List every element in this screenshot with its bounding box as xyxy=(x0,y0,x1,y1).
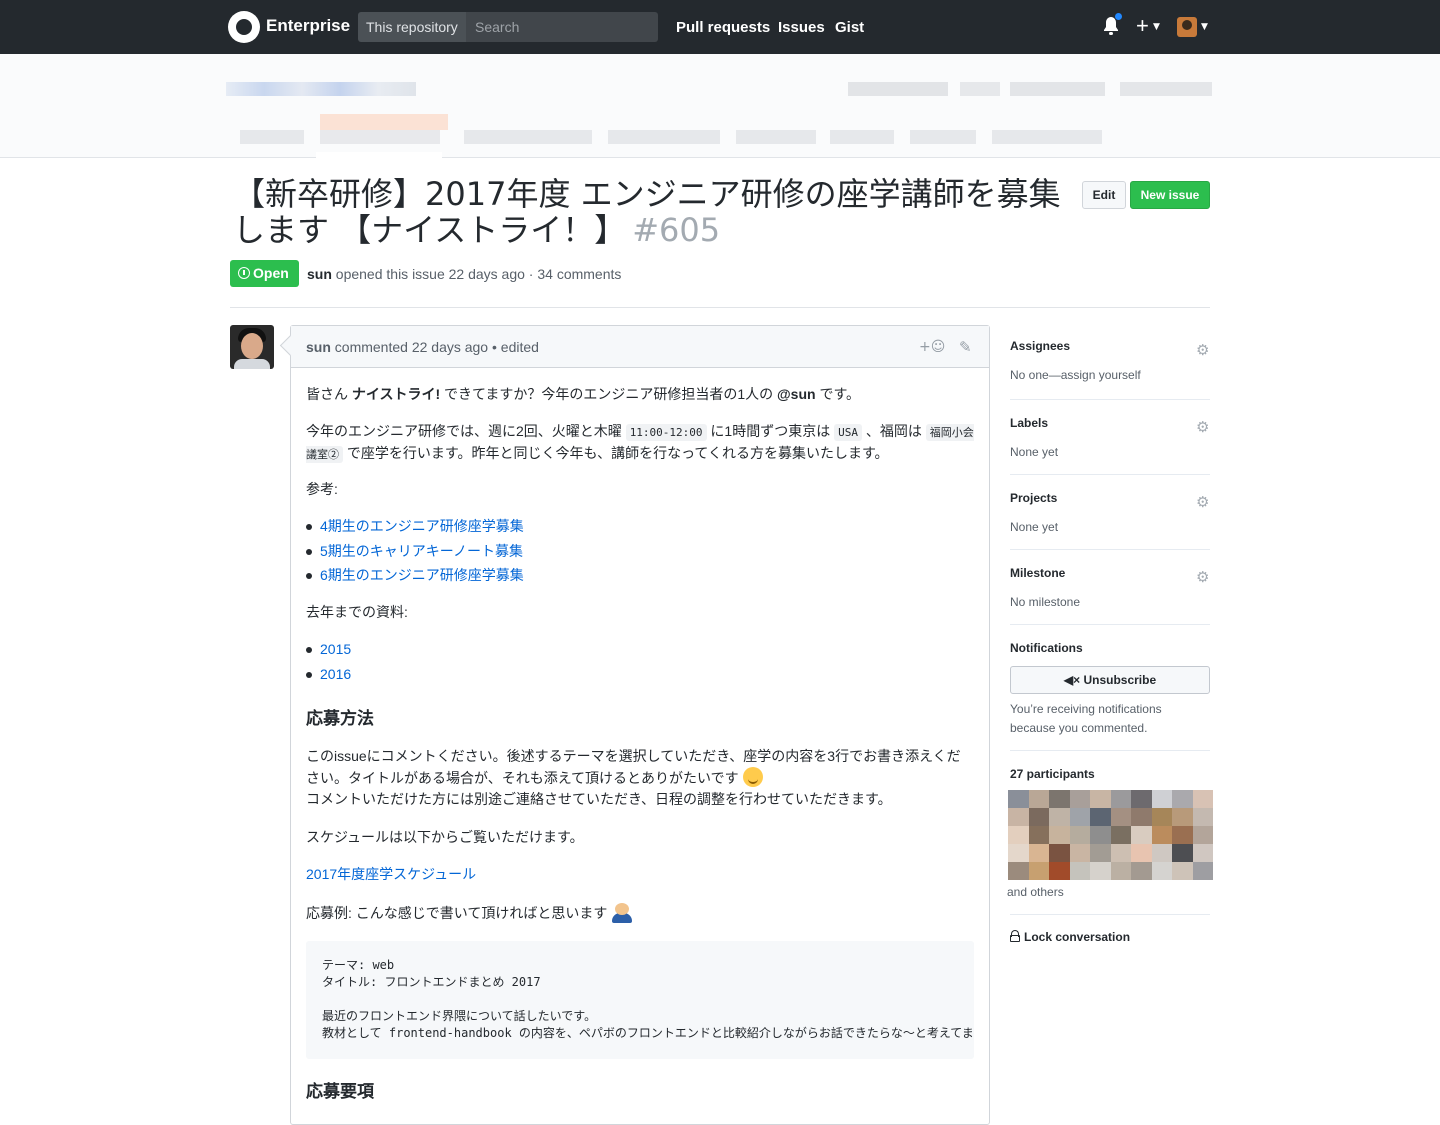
nav-pull-requests[interactable]: Pull requests xyxy=(676,19,770,36)
status-badge: Open xyxy=(230,260,299,287)
heading-apply: 応募方法 xyxy=(306,709,374,728)
labels-heading: Labels xyxy=(1010,416,1049,430)
divider xyxy=(1010,914,1210,915)
reference-link[interactable]: 5期生のキャリアキーノート募集 xyxy=(306,541,523,562)
participants-heading: 27 participants xyxy=(1010,767,1095,781)
issue-number: #605 xyxy=(632,211,721,249)
paragraph-apply: このissueにコメントください。後述するテーマを選択していただき、座学の内容を… xyxy=(306,748,961,807)
paragraph-example: 応募例: こんな感じで書いて頂ければと思います xyxy=(306,901,633,924)
paragraph-schedule: 今年のエンジニア研修では、週に2回、火曜と木曜 11:00-12:00 に1時間… xyxy=(306,423,974,463)
lock-conversation-link[interactable]: Lock conversation xyxy=(1010,930,1130,944)
labels-value: None yet xyxy=(1010,445,1059,459)
comment-author[interactable]: sun xyxy=(306,339,331,355)
unread-indicator xyxy=(1114,12,1123,21)
gear-icon[interactable]: ⚙ xyxy=(1196,493,1209,511)
milestone-heading: Milestone xyxy=(1010,566,1066,580)
user-mention[interactable]: @sun xyxy=(777,386,816,402)
comment-author-avatar[interactable] xyxy=(230,325,274,369)
pencil-icon[interactable]: ✎ xyxy=(959,338,972,356)
reference-label: 参考: xyxy=(306,481,338,497)
issue-opened-icon xyxy=(238,267,250,279)
past-materials-label: 去年までの資料: xyxy=(306,604,408,620)
status-label: Open xyxy=(253,265,289,281)
heading-requirements: 応募要項 xyxy=(306,1082,374,1101)
divider xyxy=(230,307,1210,308)
notifications-reason: You’re receiving notifications because y… xyxy=(1010,702,1162,735)
chevron-down-icon[interactable]: ▼ xyxy=(1153,22,1160,32)
divider xyxy=(1010,750,1210,751)
issue-author[interactable]: sun xyxy=(307,266,332,282)
nav-gist[interactable]: Gist xyxy=(835,19,864,36)
notifications-heading: Notifications xyxy=(1010,641,1083,655)
divider xyxy=(1010,399,1210,400)
projects-value: None yet xyxy=(1010,520,1059,534)
sidebar-participants: 27 participants xyxy=(1010,767,1210,781)
schedule-link[interactable]: 2017年度座学スケジュール xyxy=(306,864,476,885)
lock-icon xyxy=(1010,930,1020,942)
comment-box: sun commented 22 days ago • edited +☺ ✎ … xyxy=(290,325,990,1125)
search-input[interactable] xyxy=(466,12,658,42)
repo-header-redacted xyxy=(0,54,1440,158)
gear-icon[interactable]: ⚙ xyxy=(1196,341,1209,359)
divider xyxy=(1010,549,1210,550)
divider xyxy=(1010,624,1210,625)
chevron-down-icon[interactable]: ▼ xyxy=(1201,22,1208,32)
top-header: Enterprise This repository Pull requests… xyxy=(0,0,1440,54)
smile-emoji-icon xyxy=(742,767,763,787)
gear-icon[interactable]: ⚙ xyxy=(1196,568,1209,586)
reference-link[interactable]: 4期生のエンジニア研修座学募集 xyxy=(306,516,524,537)
mute-icon: ◀× xyxy=(1063,673,1081,687)
sidebar-assignees[interactable]: Assignees ⚙ No one—assign yourself xyxy=(1010,339,1210,382)
reference-link[interactable]: 6期生のエンジニア研修座学募集 xyxy=(306,565,524,586)
sidebar-notifications: Notifications xyxy=(1010,641,1210,655)
selected-tab-indicator xyxy=(316,152,442,159)
paragraph-schedule-note: スケジュールは以下からご覧いただけます。 xyxy=(306,829,584,845)
issue-title: 【新卒研修】2017年度 エンジニア研修の座学講師を募集します 【ナイストライ！… xyxy=(233,176,1063,248)
sidebar-projects[interactable]: Projects ⚙ None yet xyxy=(1010,491,1210,534)
assignees-heading: Assignees xyxy=(1010,339,1071,353)
search-scope[interactable]: This repository xyxy=(358,12,466,42)
participants-others: and others xyxy=(1007,885,1064,899)
past-material-link[interactable]: 2016 xyxy=(305,664,351,685)
paragraph-intro: 皆さん ナイストライ! できてますか？今年のエンジニア研修担当者の1人の @su… xyxy=(306,386,861,402)
unsubscribe-button[interactable]: ◀× Unsubscribe xyxy=(1010,666,1210,694)
past-material-link[interactable]: 2015 xyxy=(305,639,351,660)
comment-header: sun commented 22 days ago • edited xyxy=(291,326,989,368)
comment-header-text: commented 22 days ago • edited xyxy=(330,339,539,355)
code-block: テーマ: web タイトル: フロントエンドまとめ 2017 最近のフロントエン… xyxy=(306,941,974,1059)
create-new-icon[interactable]: + xyxy=(1136,13,1149,39)
user-avatar[interactable] xyxy=(1177,17,1197,37)
projects-heading: Projects xyxy=(1010,491,1058,505)
brand-label[interactable]: Enterprise xyxy=(266,16,350,36)
sidebar-milestone[interactable]: Milestone ⚙ No milestone xyxy=(1010,566,1210,609)
divider xyxy=(1010,474,1210,475)
participants-avatars[interactable] xyxy=(1008,790,1213,880)
bowing-person-emoji-icon xyxy=(611,901,633,923)
assignees-value[interactable]: No one—assign yourself xyxy=(1010,368,1210,382)
add-reaction-icon[interactable]: +☺ xyxy=(919,338,945,356)
edit-title-button[interactable]: Edit xyxy=(1082,181,1126,209)
sidebar-labels[interactable]: Labels ⚙ None yet xyxy=(1010,416,1210,459)
gear-icon[interactable]: ⚙ xyxy=(1196,418,1209,436)
new-issue-button[interactable]: New issue xyxy=(1130,181,1210,209)
issue-meta-text: opened this issue 22 days ago · 34 comme… xyxy=(331,266,622,282)
github-logo-icon[interactable] xyxy=(228,11,260,43)
nav-issues[interactable]: Issues xyxy=(778,19,825,36)
milestone-value: No milestone xyxy=(1010,595,1081,609)
issue-meta: sun opened this issue 22 days ago · 34 c… xyxy=(307,266,621,282)
